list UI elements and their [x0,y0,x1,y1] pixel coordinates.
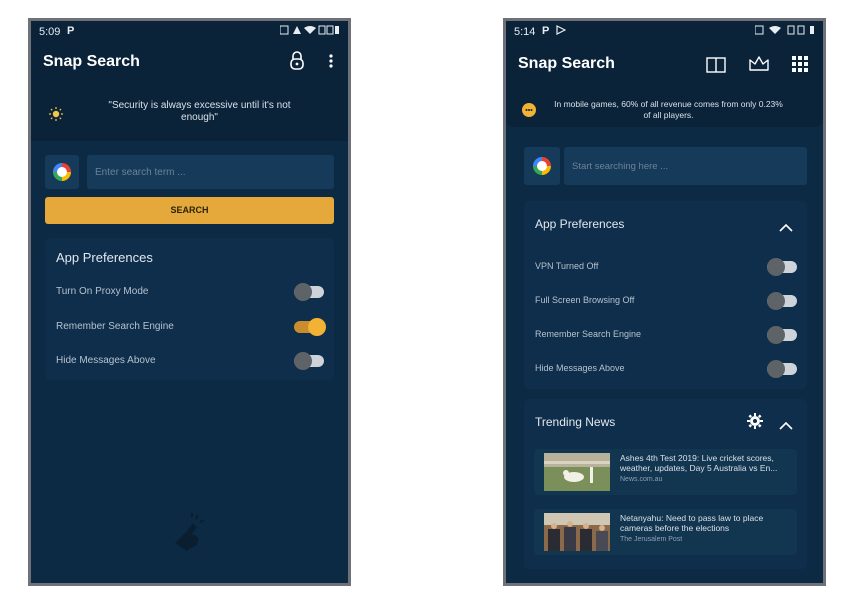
hide-messages-toggle[interactable] [294,352,324,370]
pref-row-hide-messages: Hide Messages Above [535,359,797,379]
pref-row-remember-engine: Remember Search Engine [56,317,326,337]
chevron-up-icon[interactable] [779,219,793,237]
pref-row-remember-engine: Remember Search Engine [535,325,797,345]
status-time: 5:09 [39,26,61,38]
news-source: The Jerusalem Post [620,536,683,543]
app-title: Snap Search [43,53,140,70]
signal-wifi-battery-icon [754,25,814,35]
google-logo-icon [533,157,551,175]
lock-icon[interactable] [289,51,305,76]
search-input[interactable] [564,147,807,185]
vpn-toggle[interactable] [767,258,797,276]
pref-label: Hide Messages Above [535,363,625,373]
search-engine-selector[interactable] [45,155,79,189]
app-preferences-card: App Preferences VPN Turned Off Full Scre… [524,201,807,389]
phone-screen-left: 5:09 P Snap Search "Security is always e… [28,18,351,586]
search-input[interactable] [87,155,334,189]
news-headline: Ashes 4th Test 2019: Live cricket scores… [620,453,778,473]
pref-label: Hide Messages Above [56,355,156,366]
system-status-icons [279,25,340,38]
news-item[interactable]: Ashes 4th Test 2019: Live cricket scores… [534,449,797,495]
lightbulb-icon [49,107,63,121]
app-preferences-card: App Preferences Turn On Proxy Mode Remem… [45,238,334,380]
crown-icon[interactable] [748,55,770,78]
proxy-mode-toggle[interactable] [294,283,324,301]
chat-bubble-icon [522,103,536,117]
phone-screen-right: 5:14 P Snap Search In mobile games, 60% … [503,18,826,586]
app-title: Snap Search [518,55,615,72]
pref-label: Full Screen Browsing Off [535,295,635,305]
app-bar: Snap Search [31,45,348,81]
notification-icon: P [542,25,550,37]
search-engine-selector[interactable] [524,147,560,185]
pref-row-proxy-mode: Turn On Proxy Mode [56,282,324,302]
search-row [45,155,334,189]
gear-icon[interactable] [747,413,763,434]
remember-engine-toggle[interactable] [294,318,326,336]
news-title: Trending News [535,415,616,429]
pref-label: Remember Search Engine [535,329,642,339]
news-headline: Netanyahu: Need to pass law to place cam… [620,513,764,533]
message-text: "Security is always excessive until it's… [108,100,291,123]
cast-icon [556,25,567,38]
book-icon[interactable] [706,57,726,78]
pref-label: Turn On Proxy Mode [56,286,149,297]
pref-row-full-screen: Full Screen Browsing Off [535,291,797,311]
message-text: In mobile games, 60% of all revenue come… [554,99,783,120]
pref-label: VPN Turned Off [535,261,599,271]
remember-engine-toggle[interactable] [767,326,797,344]
news-source: News.com.au [620,476,663,483]
search-button[interactable]: SEARCH [45,197,334,224]
pref-row-vpn: VPN Turned Off [535,257,797,277]
news-thumbnail-cricket [544,453,610,491]
search-row [524,147,807,185]
status-time: 5:14 [514,26,536,38]
signal-wifi-battery-icon [279,25,339,35]
status-bar: 5:09 P [31,21,348,45]
chevron-up-icon[interactable] [779,417,793,435]
snap-fingers-logo-icon [169,513,207,558]
trending-news-card: Trending News Ashes 4th Test 2019: Live … [524,399,807,569]
news-item[interactable]: Netanyahu: Need to pass law to place cam… [534,509,797,555]
system-status-icons [754,25,815,38]
pref-row-hide-messages: Hide Messages Above [56,351,324,371]
notification-icon: P [67,25,75,37]
more-options-icon[interactable] [329,53,333,74]
pref-label: Remember Search Engine [56,321,174,332]
preferences-title: App Preferences [535,217,625,231]
apps-grid-icon[interactable] [792,56,808,77]
news-thumbnail-netanyahu [544,513,610,551]
hide-messages-toggle[interactable] [767,360,797,378]
app-bar: Snap Search [506,45,823,81]
full-screen-toggle[interactable] [767,292,797,310]
preferences-title: App Preferences [56,250,153,265]
status-bar: 5:14 P [506,21,823,45]
google-logo-icon [53,163,71,181]
